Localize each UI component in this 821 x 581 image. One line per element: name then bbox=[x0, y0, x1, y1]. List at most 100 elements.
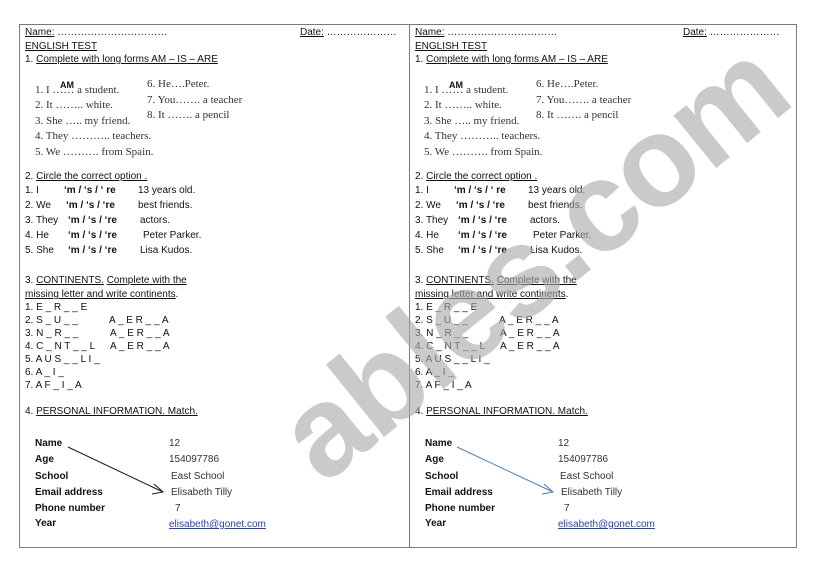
section1-heading: 1. Complete with long forms AM – IS – AR… bbox=[415, 54, 608, 66]
option-choices: ‘m / ‘s / ‘ re bbox=[64, 185, 116, 196]
section-title: CONTINENTS. bbox=[36, 275, 104, 286]
continent-item: 2. S _ U _ _ bbox=[415, 315, 468, 326]
option-choices: ‘m / ‘s / ‘re bbox=[68, 245, 117, 256]
option-choices: ‘m / ‘s / ‘ re bbox=[454, 185, 506, 196]
option-choices: ‘m / ‘s / ‘re bbox=[458, 245, 507, 256]
section-title: Complete with the bbox=[106, 275, 187, 286]
continent-item: A _ E R _ _ A bbox=[110, 328, 170, 339]
continent-item: A _ E R _ _ A bbox=[109, 315, 169, 326]
section3-heading-line2: missing letter and write continents. bbox=[415, 289, 568, 301]
info-label: Year bbox=[425, 518, 447, 529]
option-choices: ‘m / ‘s / ‘re bbox=[458, 215, 507, 226]
date-label: Date: bbox=[683, 27, 707, 38]
option-rest: 13 years old. bbox=[138, 185, 196, 196]
name-field: Name: …………………………… bbox=[25, 27, 167, 39]
section-title: Circle the correct option . bbox=[36, 171, 148, 182]
info-label: School bbox=[35, 471, 69, 482]
sentence-item: 1. I …… a student. bbox=[35, 84, 120, 96]
section-number: 4. bbox=[415, 406, 427, 417]
section3-heading-line2: missing letter and write continents. bbox=[25, 289, 178, 301]
info-label: Email address bbox=[35, 487, 103, 498]
sentence-item: 3. She ….. my friend. bbox=[35, 115, 131, 127]
sentence-item: 4. They ……….. teachers. bbox=[35, 130, 152, 142]
option-choices: ‘m / ‘s / ‘re bbox=[68, 230, 117, 241]
arrow-head bbox=[541, 483, 555, 495]
section-number: 3. bbox=[415, 275, 427, 286]
arrow-head bbox=[151, 483, 165, 495]
option-subject: 2. We bbox=[25, 200, 51, 211]
sentence-item: 1. I …… a student. bbox=[424, 84, 509, 96]
sentence-item: 3. She ….. my friend. bbox=[424, 115, 520, 127]
sentence-item: 2. It …….. white. bbox=[424, 99, 502, 111]
info-label: Year bbox=[35, 518, 57, 529]
info-value: 154097786 bbox=[558, 454, 609, 465]
section-number: 2. bbox=[25, 171, 37, 182]
option-rest: Lisa Kudos. bbox=[140, 245, 193, 256]
sentence-item: 7. You……. a teacher bbox=[147, 94, 243, 106]
name-blank: …………………………… bbox=[54, 27, 168, 38]
option-subject: 4. He bbox=[25, 230, 49, 241]
info-label: Age bbox=[35, 454, 54, 465]
info-label: Age bbox=[425, 454, 444, 465]
option-subject: 5. She bbox=[25, 245, 54, 256]
continent-item: 1. E _ R _ _ E bbox=[25, 302, 88, 313]
info-value: Elisabeth Tilly bbox=[561, 487, 623, 498]
sentence-item: 8. It ……. a pencil bbox=[536, 109, 619, 121]
sentence-item: 6. He….Peter. bbox=[536, 78, 599, 90]
section3-heading: 3. CONTINENTS. Complete with the bbox=[25, 275, 187, 287]
worksheet-copy-left: Name: …………………………… Date: ………………… ENGLISH … bbox=[20, 25, 409, 547]
section-title: Complete with long forms AM – IS – ARE bbox=[36, 54, 218, 65]
option-rest: 13 years old. bbox=[528, 185, 586, 196]
option-rest: best friends. bbox=[138, 200, 193, 211]
info-value: East School bbox=[560, 471, 614, 482]
section-number: 4. bbox=[25, 406, 37, 417]
section-number: 3. bbox=[25, 275, 37, 286]
option-subject: 4. He bbox=[415, 230, 439, 241]
continent-item: 4. C _ N T _ _ L bbox=[415, 341, 486, 352]
option-subject: 5. She bbox=[415, 245, 444, 256]
option-subject: 1. I bbox=[415, 185, 429, 196]
section4-heading: 4. PERSONAL INFORMATION. Match. bbox=[25, 406, 198, 418]
info-label: School bbox=[425, 471, 459, 482]
period: . bbox=[175, 289, 179, 300]
email-link[interactable]: elisabeth@gonet.com bbox=[169, 519, 266, 531]
section-title: missing letter and write continents bbox=[25, 289, 176, 300]
name-blank: …………………………… bbox=[444, 27, 558, 38]
continent-item: 5. A U S _ _ L I _ bbox=[25, 354, 100, 365]
section-number: 2. bbox=[415, 171, 427, 182]
arrow-line bbox=[67, 446, 164, 493]
name-field: Name: …………………………… bbox=[415, 27, 557, 39]
section-title: missing letter and write continents bbox=[415, 289, 566, 300]
option-rest: Peter Parker. bbox=[533, 230, 592, 241]
sentence-item: 4. They ……….. teachers. bbox=[424, 130, 541, 142]
section-title: Complete with the bbox=[496, 275, 577, 286]
sentence-item: 5. We ………. from Spain. bbox=[35, 146, 154, 158]
option-choices: ‘m / ‘s / ‘re bbox=[66, 200, 115, 211]
email-link[interactable]: elisabeth@gonet.com bbox=[558, 519, 655, 531]
test-title: ENGLISH TEST bbox=[25, 41, 98, 52]
worksheet-frame: Name: …………………………… Date: ………………… ENGLISH … bbox=[19, 24, 797, 548]
option-rest: actors. bbox=[530, 215, 561, 226]
section-number: 1. bbox=[25, 54, 37, 65]
worksheet-copy-right: Name: …………………………… Date: ………………… ENGLISH … bbox=[410, 25, 799, 547]
info-label: Name bbox=[35, 438, 63, 449]
info-label: Name bbox=[425, 438, 453, 449]
info-label: Phone number bbox=[35, 503, 106, 514]
option-rest: best friends. bbox=[528, 200, 583, 211]
section-title: CONTINENTS. bbox=[426, 275, 494, 286]
section2-heading: 2. Circle the correct option . bbox=[25, 171, 147, 183]
continent-item: A _ E R _ _ A bbox=[110, 341, 170, 352]
info-label: Email address bbox=[425, 487, 493, 498]
option-rest: actors. bbox=[140, 215, 171, 226]
name-label: Name: bbox=[415, 27, 445, 38]
test-title: ENGLISH TEST bbox=[415, 41, 488, 52]
section-title: PERSONAL INFORMATION. Match. bbox=[426, 406, 588, 417]
continent-item: 1. E _ R _ _ E bbox=[415, 302, 478, 313]
info-value: 12 bbox=[169, 438, 181, 449]
section-number: 1. bbox=[415, 54, 427, 65]
continent-item: A _ E R _ _ A bbox=[500, 328, 560, 339]
sentence-item: 5. We ………. from Spain. bbox=[424, 146, 543, 158]
section1-heading: 1. Complete with long forms AM – IS – AR… bbox=[25, 54, 218, 66]
date-blank: ………………… bbox=[323, 27, 397, 38]
continent-item: 6. A _ I _ bbox=[25, 367, 64, 378]
